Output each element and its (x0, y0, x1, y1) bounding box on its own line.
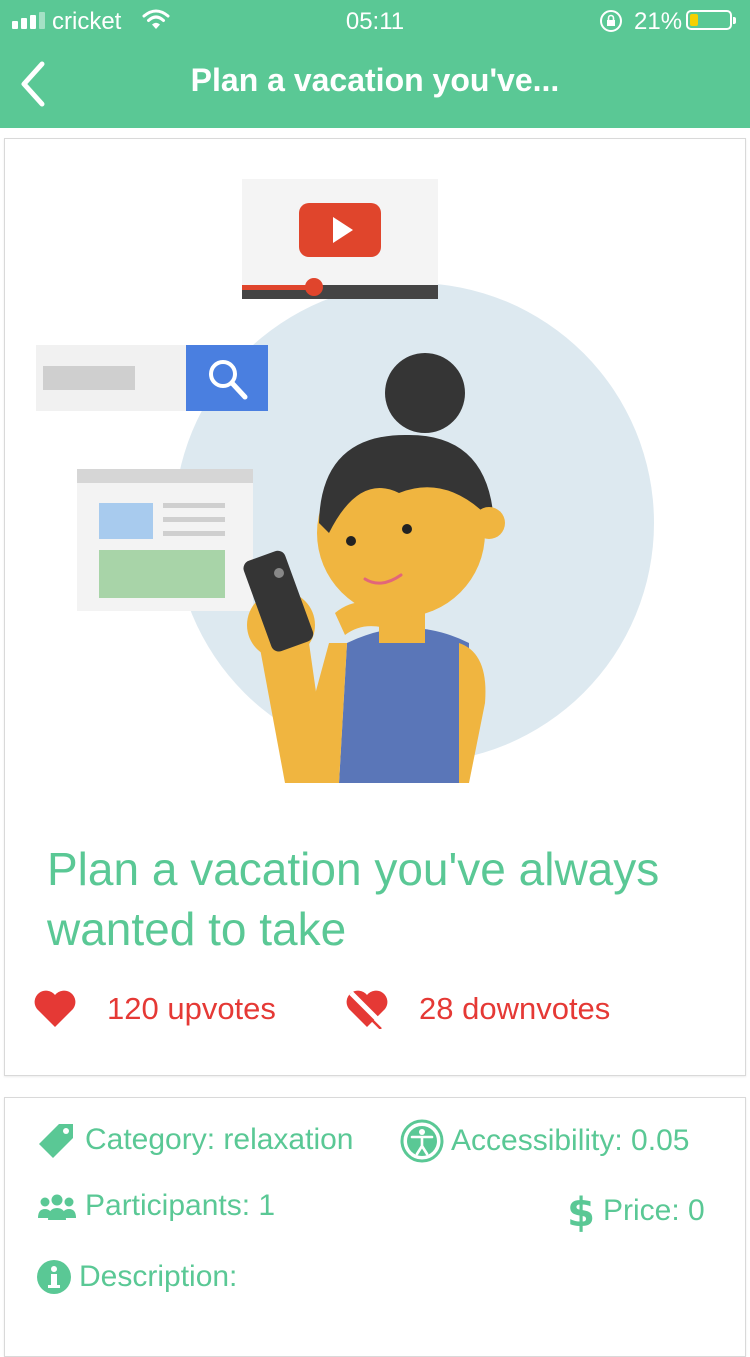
info-icon (37, 1260, 71, 1294)
description-row: Description: (35, 1258, 237, 1296)
tag-icon (39, 1124, 73, 1158)
participants-label: Participants: 1 (85, 1189, 276, 1222)
upvote-button[interactable]: 120 upvotes (33, 989, 276, 1029)
activity-title: Plan a vacation you've always wanted to … (47, 843, 660, 955)
accessibility-label: Accessibility: 0.05 (451, 1124, 690, 1157)
activity-illustration (36, 179, 654, 783)
battery-icon (686, 10, 736, 30)
heart-icon (34, 990, 76, 1027)
status-bar: cricket 05:11 21% (0, 0, 750, 40)
accessibility-icon (400, 1119, 444, 1163)
price-row: $ Price: 0 (565, 1188, 705, 1234)
broken-heart-icon (346, 990, 388, 1029)
description-label: Description: (79, 1260, 238, 1293)
details-card: Category: relaxation Accessibility: 0.05… (4, 1097, 746, 1357)
battery-percent: 21% (634, 8, 683, 35)
activity-card: Plan a vacation you've always wanted to … (4, 138, 746, 1076)
downvote-count: 28 downvotes (419, 991, 611, 1026)
category-label: Category: relaxation (85, 1123, 354, 1156)
people-icon (38, 1194, 76, 1220)
accessibility-row: Accessibility: 0.05 (399, 1118, 689, 1164)
category-row: Category: relaxation (35, 1118, 353, 1162)
dollar-icon: $ (567, 1190, 595, 1234)
participants-row: Participants: 1 (35, 1188, 275, 1224)
upvote-count: 120 upvotes (107, 991, 276, 1026)
downvote-button[interactable]: 28 downvotes (345, 989, 610, 1029)
price-label: Price: 0 (603, 1194, 705, 1227)
app-header: cricket 05:11 21% Plan a vacation you've… (0, 0, 750, 128)
svg-text:$: $ (567, 1190, 595, 1234)
rotation-lock-icon (598, 8, 624, 41)
nav-title: Plan a vacation you've... (190, 62, 560, 98)
